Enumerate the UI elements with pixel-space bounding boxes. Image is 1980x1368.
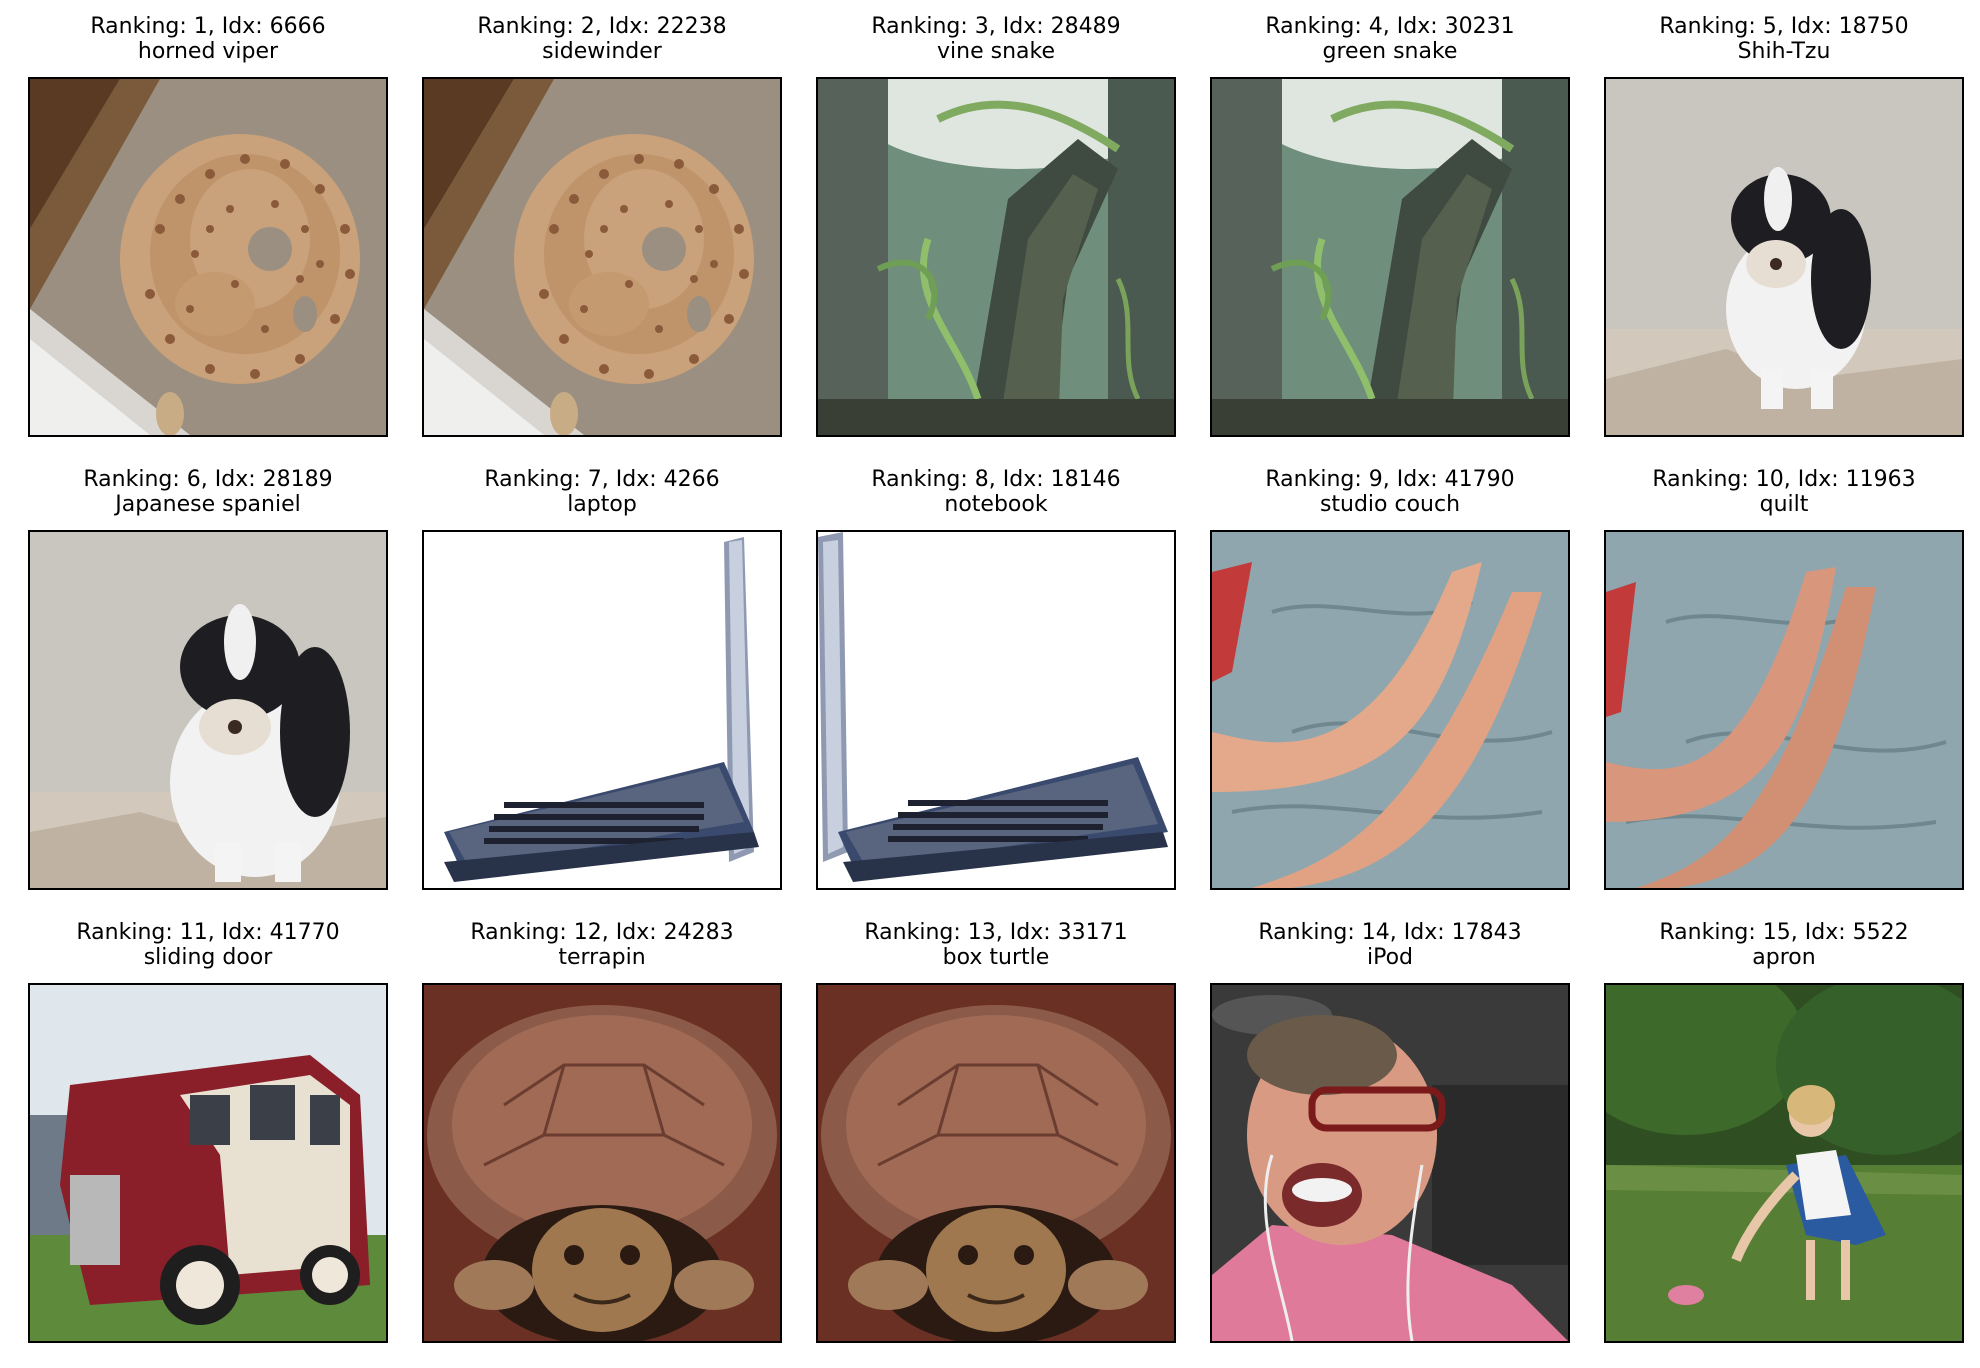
panel-caption: Ranking: 13, Idx: 33171 box turtle <box>816 920 1176 970</box>
panel-title: Ranking: 2, Idx: 22238 <box>477 14 727 39</box>
panel-title: Ranking: 1, Idx: 6666 <box>90 14 326 39</box>
photo-snake-tree <box>818 79 1174 435</box>
panel-title: Ranking: 7, Idx: 4266 <box>484 467 720 492</box>
panel-caption: Ranking: 11, Idx: 41770 sliding door <box>28 920 388 970</box>
panel-image <box>1210 530 1570 890</box>
panel-image <box>1210 983 1570 1343</box>
panel-caption: Ranking: 4, Idx: 30231 green snake <box>1210 14 1570 64</box>
panel-label: terrapin <box>558 945 646 970</box>
panel-caption: Ranking: 15, Idx: 5522 apron <box>1604 920 1964 970</box>
panel-image <box>422 983 782 1343</box>
panel-image <box>422 530 782 890</box>
panel-title: Ranking: 12, Idx: 24283 <box>470 920 734 945</box>
photo-snake-coiled <box>424 79 780 435</box>
panel-image <box>816 983 1176 1343</box>
panel-label: notebook <box>944 492 1048 517</box>
panel-label: apron <box>1752 945 1816 970</box>
panel-label: quilt <box>1759 492 1809 517</box>
panel-label: box turtle <box>942 945 1050 970</box>
panel-label: iPod <box>1366 945 1414 970</box>
panel-label: horned viper <box>137 39 279 64</box>
panel-title: Ranking: 5, Idx: 18750 <box>1659 14 1909 39</box>
panel-title: Ranking: 6, Idx: 28189 <box>83 467 333 492</box>
panel-image <box>422 77 782 437</box>
photo-laptop-a <box>424 532 780 888</box>
panel-label: laptop <box>567 492 637 517</box>
photo-turtle <box>818 985 1174 1341</box>
photo-turtle <box>424 985 780 1341</box>
photo-dog <box>1606 79 1962 435</box>
panel-title: Ranking: 15, Idx: 5522 <box>1659 920 1909 945</box>
panel-label: vine snake <box>937 39 1055 64</box>
panel-image <box>1604 983 1964 1343</box>
panel-caption: Ranking: 12, Idx: 24283 terrapin <box>422 920 782 970</box>
image-grid: Ranking: 1, Idx: 6666 horned viper Ranki… <box>0 0 1980 1368</box>
panel-title: Ranking: 9, Idx: 41790 <box>1265 467 1515 492</box>
panel-image <box>28 530 388 890</box>
panel-label: sliding door <box>143 945 273 970</box>
panel-title: Ranking: 13, Idx: 33171 <box>864 920 1128 945</box>
panel-image <box>1604 530 1964 890</box>
panel-title: Ranking: 11, Idx: 41770 <box>76 920 340 945</box>
panel-caption: Ranking: 7, Idx: 4266 laptop <box>422 467 782 517</box>
panel-caption: Ranking: 10, Idx: 11963 quilt <box>1604 467 1964 517</box>
panel-image <box>1604 77 1964 437</box>
panel-label: sidewinder <box>542 39 662 64</box>
photo-legs-a <box>1212 532 1568 888</box>
photo-van <box>30 985 386 1341</box>
photo-legs-b <box>1606 532 1962 888</box>
photo-snake-coiled <box>30 79 386 435</box>
photo-laptop-b <box>818 532 1174 888</box>
panel-image <box>816 77 1176 437</box>
panel-caption: Ranking: 1, Idx: 6666 horned viper <box>28 14 388 64</box>
panel-caption: Ranking: 8, Idx: 18146 notebook <box>816 467 1176 517</box>
photo-snake-tree <box>1212 79 1568 435</box>
panel-caption: Ranking: 2, Idx: 22238 sidewinder <box>422 14 782 64</box>
panel-image <box>28 77 388 437</box>
panel-caption: Ranking: 14, Idx: 17843 iPod <box>1210 920 1570 970</box>
panel-label: Shih-Tzu <box>1737 39 1831 64</box>
panel-caption: Ranking: 9, Idx: 41790 studio couch <box>1210 467 1570 517</box>
panel-caption: Ranking: 5, Idx: 18750 Shih-Tzu <box>1604 14 1964 64</box>
photo-man <box>1212 985 1568 1341</box>
panel-label: Japanese spaniel <box>115 492 301 517</box>
panel-title: Ranking: 10, Idx: 11963 <box>1652 467 1916 492</box>
photo-dog-zoom <box>30 532 386 888</box>
panel-title: Ranking: 4, Idx: 30231 <box>1265 14 1515 39</box>
panel-title: Ranking: 8, Idx: 18146 <box>871 467 1121 492</box>
panel-title: Ranking: 14, Idx: 17843 <box>1258 920 1522 945</box>
panel-caption: Ranking: 6, Idx: 28189 Japanese spaniel <box>28 467 388 517</box>
panel-title: Ranking: 3, Idx: 28489 <box>871 14 1121 39</box>
photo-woman-garden <box>1606 985 1962 1341</box>
panel-label: studio couch <box>1319 492 1461 517</box>
panel-image <box>1210 77 1570 437</box>
panel-image <box>816 530 1176 890</box>
panel-label: green snake <box>1322 39 1458 64</box>
panel-caption: Ranking: 3, Idx: 28489 vine snake <box>816 14 1176 64</box>
panel-image <box>28 983 388 1343</box>
